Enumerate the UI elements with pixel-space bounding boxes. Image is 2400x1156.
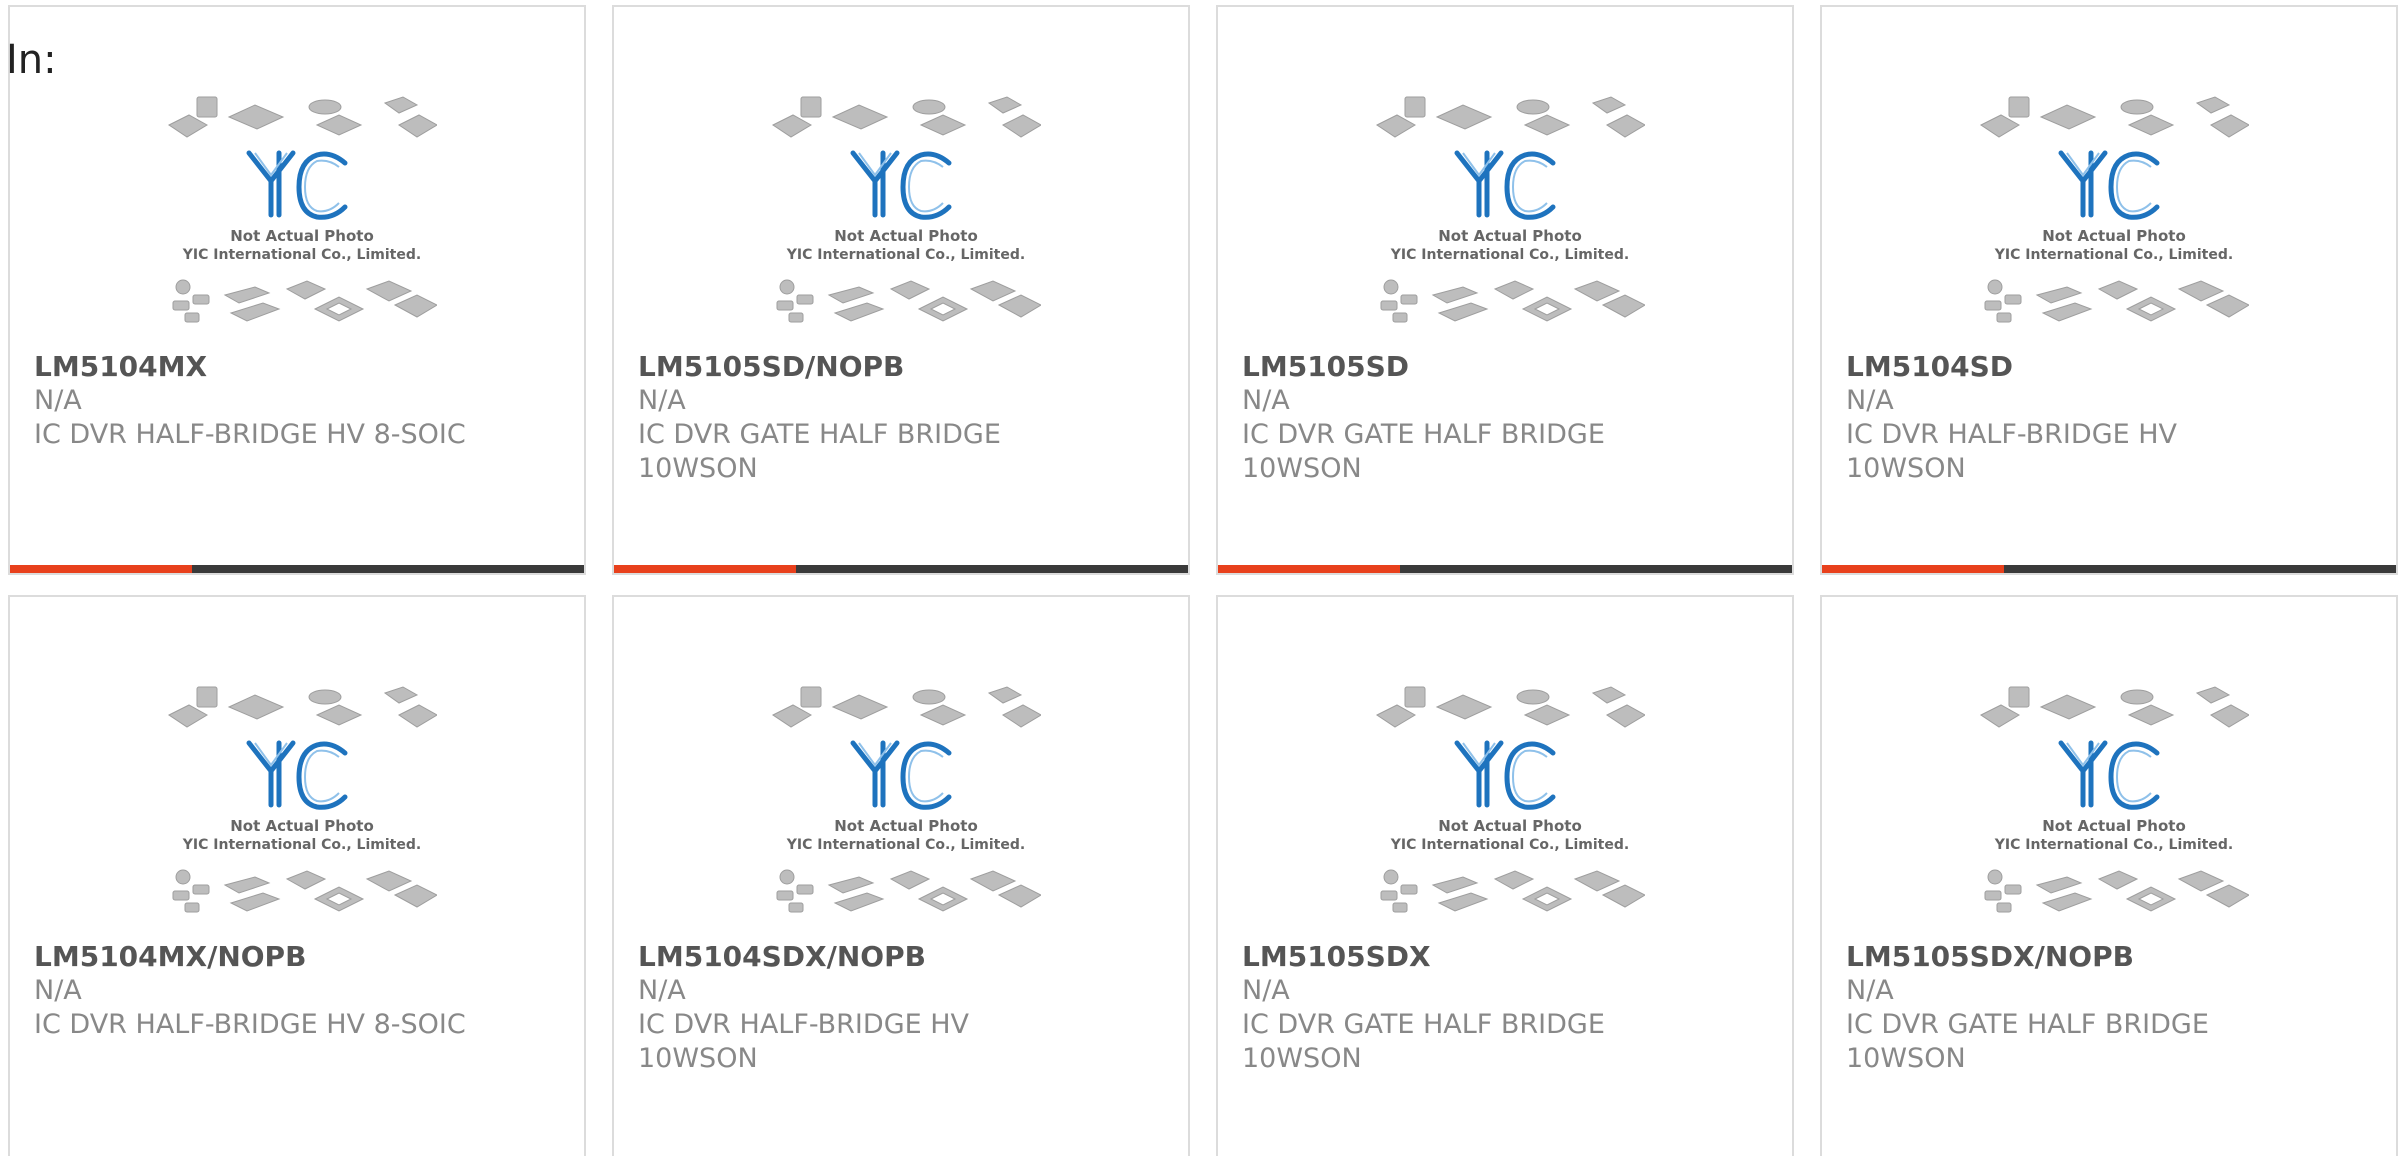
part-number-link[interactable]: LM5104MX/NOPB [34,939,560,974]
placeholder-caption-line1: Not Actual Photo [1438,817,1582,835]
placeholder-caption-line2: YIC International Co., Limited. [1390,247,1629,263]
card-bottom-bar [614,565,1188,573]
placeholder-caption-line2: YIC International Co., Limited. [1390,837,1629,853]
part-number-link[interactable]: LM5105SD/NOPB [638,349,1164,384]
placeholder-caption-line2: YIC International Co., Limited. [786,247,1025,263]
placeholder-product-image: Not Actual Photo YIC International Co., L… [1980,686,2249,913]
chip-icons-top [168,686,437,728]
product-listing-page: In: Not Actual Photo YIC International Co… [0,0,2400,1156]
placeholder-product-image: Not Actual Photo YIC International Co., L… [168,686,437,913]
card-accent-bar [614,565,796,573]
manufacturer-text: N/A [638,385,686,416]
chip-icons-bottom [1984,279,2249,323]
placeholder-product-image: Not Actual Photo YIC International Co., L… [1376,686,1645,913]
placeholder-product-image: Not Actual Photo YIC International Co., L… [1376,96,1645,323]
card-accent-bar [10,565,192,573]
placeholder-caption-line1: Not Actual Photo [230,227,374,245]
description-text: IC DVR HALF-BRIDGE HV 10WSON [1846,419,2178,484]
manufacturer-text: N/A [1242,975,1290,1006]
product-card[interactable]: Not Actual Photo YIC International Co., L… [612,595,1190,1156]
chip-icons-top [1376,96,1645,138]
placeholder-caption-line1: Not Actual Photo [230,817,374,835]
card-bottom-bar [1822,565,2396,573]
part-number-link[interactable]: LM5104SDX/NOPB [638,939,1164,974]
card-accent-bar [1822,565,2004,573]
placeholder-caption-line1: Not Actual Photo [1438,227,1582,245]
product-card[interactable]: Not Actual Photo YIC International Co., L… [1216,5,1794,575]
description-text: IC DVR HALF-BRIDGE HV 8-SOIC [34,1009,466,1040]
placeholder-caption-line2: YIC International Co., Limited. [182,247,421,263]
card-bottom-bar [1218,565,1792,573]
product-info: LM5104MX/NOPB N/A IC DVR HALF-BRIDGE HV … [34,939,560,1042]
placeholder-caption-line1: Not Actual Photo [2042,227,2186,245]
manufacturer-text: N/A [1846,975,1894,1006]
chip-icons-top [168,96,437,138]
product-info: LM5105SD/NOPB N/A IC DVR GATE HALF BRIDG… [638,349,1164,486]
placeholder-product-image: Not Actual Photo YIC International Co., L… [772,96,1041,323]
product-info: LM5105SD N/A IC DVR GATE HALF BRIDGE 10W… [1242,349,1768,486]
chip-icons-top [1980,96,2249,138]
chip-icons-top [1376,686,1645,728]
manufacturer-text: N/A [34,385,82,416]
placeholder-caption-line1: Not Actual Photo [834,227,978,245]
manufacturer-text: N/A [1242,385,1290,416]
card-accent-bar [1218,565,1400,573]
placeholder-caption-line1: Not Actual Photo [834,817,978,835]
part-number-link[interactable]: LM5104SD [1846,349,2372,384]
description-text: IC DVR HALF-BRIDGE HV 10WSON [638,1009,970,1074]
placeholder-caption-line2: YIC International Co., Limited. [182,837,421,853]
description-text: IC DVR GATE HALF BRIDGE 10WSON [1242,419,1605,484]
product-info: LM5104SDX/NOPB N/A IC DVR HALF-BRIDGE HV… [638,939,1164,1076]
placeholder-caption-line2: YIC International Co., Limited. [1994,247,2233,263]
chip-icons-top [772,96,1041,138]
product-card[interactable]: Not Actual Photo YIC International Co., L… [8,595,586,1156]
product-card[interactable]: Not Actual Photo YIC International Co., L… [612,5,1190,575]
description-text: IC DVR GATE HALF BRIDGE 10WSON [1242,1009,1605,1074]
filter-prefix-label: In: [6,37,57,83]
placeholder-product-image: Not Actual Photo YIC International Co., L… [1980,96,2249,323]
product-grid: Not Actual Photo YIC International Co., L… [8,5,2398,1156]
chip-icons-top [1980,686,2249,728]
product-card[interactable]: Not Actual Photo YIC International Co., L… [1216,595,1794,1156]
card-bottom-bar [10,565,584,573]
part-number-link[interactable]: LM5105SDX/NOPB [1846,939,2372,974]
product-card[interactable]: Not Actual Photo YIC International Co., L… [8,5,586,575]
chip-icons-bottom [172,279,437,323]
chip-icons-bottom [172,869,437,913]
placeholder-caption-line2: YIC International Co., Limited. [786,837,1025,853]
manufacturer-text: N/A [34,975,82,1006]
placeholder-caption-line1: Not Actual Photo [2042,817,2186,835]
chip-icons-top [772,686,1041,728]
product-info: LM5105SDX/NOPB N/A IC DVR GATE HALF BRID… [1846,939,2372,1076]
placeholder-caption-line2: YIC International Co., Limited. [1994,837,2233,853]
description-text: IC DVR GATE HALF BRIDGE 10WSON [1846,1009,2209,1074]
part-number-link[interactable]: LM5105SDX [1242,939,1768,974]
chip-icons-bottom [1380,279,1645,323]
placeholder-product-image: Not Actual Photo YIC International Co., L… [772,686,1041,913]
product-info: LM5104MX N/A IC DVR HALF-BRIDGE HV 8-SOI… [34,349,560,452]
part-number-link[interactable]: LM5105SD [1242,349,1768,384]
manufacturer-text: N/A [638,975,686,1006]
description-text: IC DVR GATE HALF BRIDGE 10WSON [638,419,1001,484]
manufacturer-text: N/A [1846,385,1894,416]
product-card[interactable]: Not Actual Photo YIC International Co., L… [1820,595,2398,1156]
product-info: LM5104SD N/A IC DVR HALF-BRIDGE HV 10WSO… [1846,349,2372,486]
chip-icons-bottom [776,279,1041,323]
product-card[interactable]: Not Actual Photo YIC International Co., L… [1820,5,2398,575]
placeholder-product-image: Not Actual Photo YIC International Co., L… [168,96,437,323]
chip-icons-bottom [1380,869,1645,913]
part-number-link[interactable]: LM5104MX [34,349,560,384]
product-info: LM5105SDX N/A IC DVR GATE HALF BRIDGE 10… [1242,939,1768,1076]
chip-icons-bottom [776,869,1041,913]
description-text: IC DVR HALF-BRIDGE HV 8-SOIC [34,419,466,450]
chip-icons-bottom [1984,869,2249,913]
